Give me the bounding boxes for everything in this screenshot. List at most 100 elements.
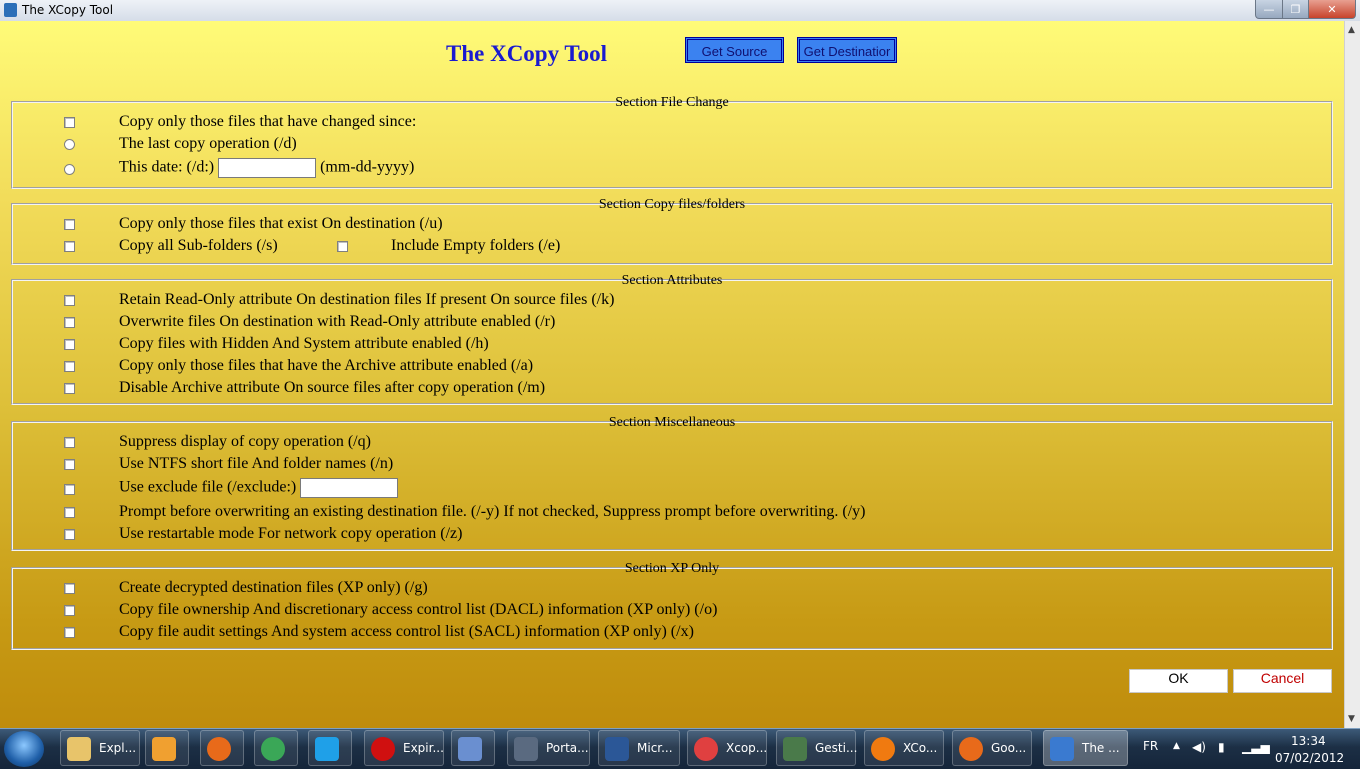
taskbar-button[interactable]: Expl... [60,730,140,766]
taskbar-button[interactable]: Expir... [364,730,444,766]
scroll-up-icon[interactable]: ▲ [1348,25,1355,35]
scroll-down-icon[interactable]: ▼ [1348,714,1355,724]
section-legend: Section Attributes [621,273,723,288]
network-icon[interactable]: ▁▃▅ [1242,740,1270,754]
dacl-info-checkbox[interactable] [64,605,75,616]
changed-since-label: Copy only those files that have changed … [119,113,417,130]
firefox-icon [207,737,231,761]
taskbar-button[interactable] [451,730,495,766]
section-legend: Section XP Only [624,561,720,576]
taskbar-button[interactable]: Gesti... [776,730,857,766]
close-button[interactable]: ✕ [1308,0,1356,19]
taskbar-button[interactable] [254,730,298,766]
exclude-file-checkbox[interactable] [64,484,75,495]
this-date-row: This date: (/d:) (mm-dd-yyyy) [119,158,414,178]
exclude-file-input[interactable] [300,478,399,498]
sacl-info-checkbox[interactable] [64,627,75,638]
taskbar-button-label: Micr... [637,741,673,755]
archive-only-checkbox[interactable] [64,361,75,372]
taskbar-button[interactable]: Micr... [598,730,680,766]
get-source-button[interactable]: Get Source [685,37,784,63]
app-icon [1050,737,1074,761]
tool-icon [458,737,482,761]
section-copy-files: Section Copy files/folders [11,197,1333,265]
show-hidden-icons[interactable]: ▲ [1173,741,1180,751]
title-bar: The XCopy Tool [0,0,1360,22]
volume-icon[interactable]: ◀) [1192,740,1206,754]
last-copy-label: The last copy operation (/d) [119,135,297,152]
client-area: The XCopy Tool Get Source Get Destinatio… [0,21,1344,728]
clock-date[interactable]: 07/02/2012 [1275,751,1344,765]
attribute-option-label: Copy files with Hidden And System attrib… [119,335,489,352]
window-title: The XCopy Tool [22,3,114,17]
section-legend: Section Miscellaneous [608,415,736,430]
media-player-icon [152,737,176,761]
taskbar-button-label: Xcop... [726,741,768,755]
exclude-file-row: Use exclude file (/exclude:) [119,478,399,498]
clock-time[interactable]: 13:34 [1291,734,1326,748]
taskbar-button[interactable]: Xcop... [687,730,767,766]
vertical-scrollbar[interactable]: ▲ ▼ [1344,21,1360,728]
taskbar-button[interactable]: The ... [1043,730,1128,766]
taskbar-button[interactable]: Goo... [952,730,1032,766]
cancel-button[interactable]: Cancel [1233,669,1332,693]
minimize-button[interactable]: — [1255,0,1283,19]
taskbar-button[interactable]: Porta... [507,730,590,766]
opera-icon [371,737,395,761]
taskbar-button[interactable] [200,730,244,766]
this-date-radio[interactable] [64,164,75,175]
maximize-button[interactable]: ❐ [1282,0,1309,19]
prompt-overwrite-checkbox[interactable] [64,507,75,518]
monitor-icon [783,737,807,761]
taskbar-button-label: Goo... [991,741,1027,755]
ntfs-short-names-label: Use NTFS short file And folder names (/n… [119,455,394,472]
taskbar-button[interactable] [145,730,189,766]
app-icon [4,3,17,17]
xp-option-label: Copy file audit settings And system acce… [119,623,694,640]
section-legend: Section Copy files/folders [598,197,746,212]
xp-option-label: Copy file ownership And discretionary ac… [119,601,718,618]
last-copy-radio[interactable] [64,139,75,150]
skype-icon [315,737,339,761]
language-indicator[interactable]: FR [1143,739,1158,753]
date-input[interactable] [218,158,317,178]
chrome-icon [261,737,285,761]
restartable-mode-checkbox[interactable] [64,529,75,540]
page-title: The XCopy Tool [446,41,608,66]
hidden-system-checkbox[interactable] [64,339,75,350]
taskbar-button-label: Expl... [99,741,137,755]
taskbar-button-label: XCo... [903,741,938,755]
ball-icon [694,737,718,761]
ok-button[interactable]: OK [1129,669,1228,693]
power-icon[interactable]: ▮ [1218,740,1225,754]
sub-folders-label: Copy all Sub-folders (/s) [119,237,278,254]
taskbar-button[interactable] [308,730,352,766]
attribute-option-label: Disable Archive attribute On source file… [119,379,546,396]
disable-archive-checkbox[interactable] [64,383,75,394]
get-destination-button[interactable]: Get Destinatior [797,37,897,63]
decrypted-files-checkbox[interactable] [64,583,75,594]
empty-folders-checkbox[interactable] [337,241,348,252]
taskbar-button-label: Porta... [546,741,589,755]
retain-readonly-checkbox[interactable] [64,295,75,306]
word-icon [605,737,629,761]
start-button[interactable] [4,731,44,767]
copy-exist-checkbox[interactable] [64,219,75,230]
overwrite-readonly-checkbox[interactable] [64,317,75,328]
attribute-option-label: Overwrite files On destination with Read… [119,313,556,330]
suppress-display-label: Suppress display of copy operation (/q) [119,433,371,450]
sub-folders-checkbox[interactable] [64,241,75,252]
attribute-option-label: Retain Read-Only attribute On destinatio… [119,291,615,308]
suppress-display-checkbox[interactable] [64,437,75,448]
date-format-label: (mm-dd-yyyy) [320,158,415,176]
changed-since-checkbox[interactable] [64,117,75,128]
exclude-file-label: Use exclude file (/exclude:) [119,478,297,496]
section-legend: Section File Change [615,95,729,110]
attribute-option-label: Copy only those files that have the Arch… [119,357,534,374]
copy-exist-label: Copy only those files that exist On dest… [119,215,443,232]
taskbar-button-label: The ... [1082,741,1120,755]
taskbar-button-label: Expir... [403,741,444,755]
steam-icon [514,737,538,761]
taskbar-button[interactable]: XCo... [864,730,944,766]
ntfs-short-names-checkbox[interactable] [64,459,75,470]
